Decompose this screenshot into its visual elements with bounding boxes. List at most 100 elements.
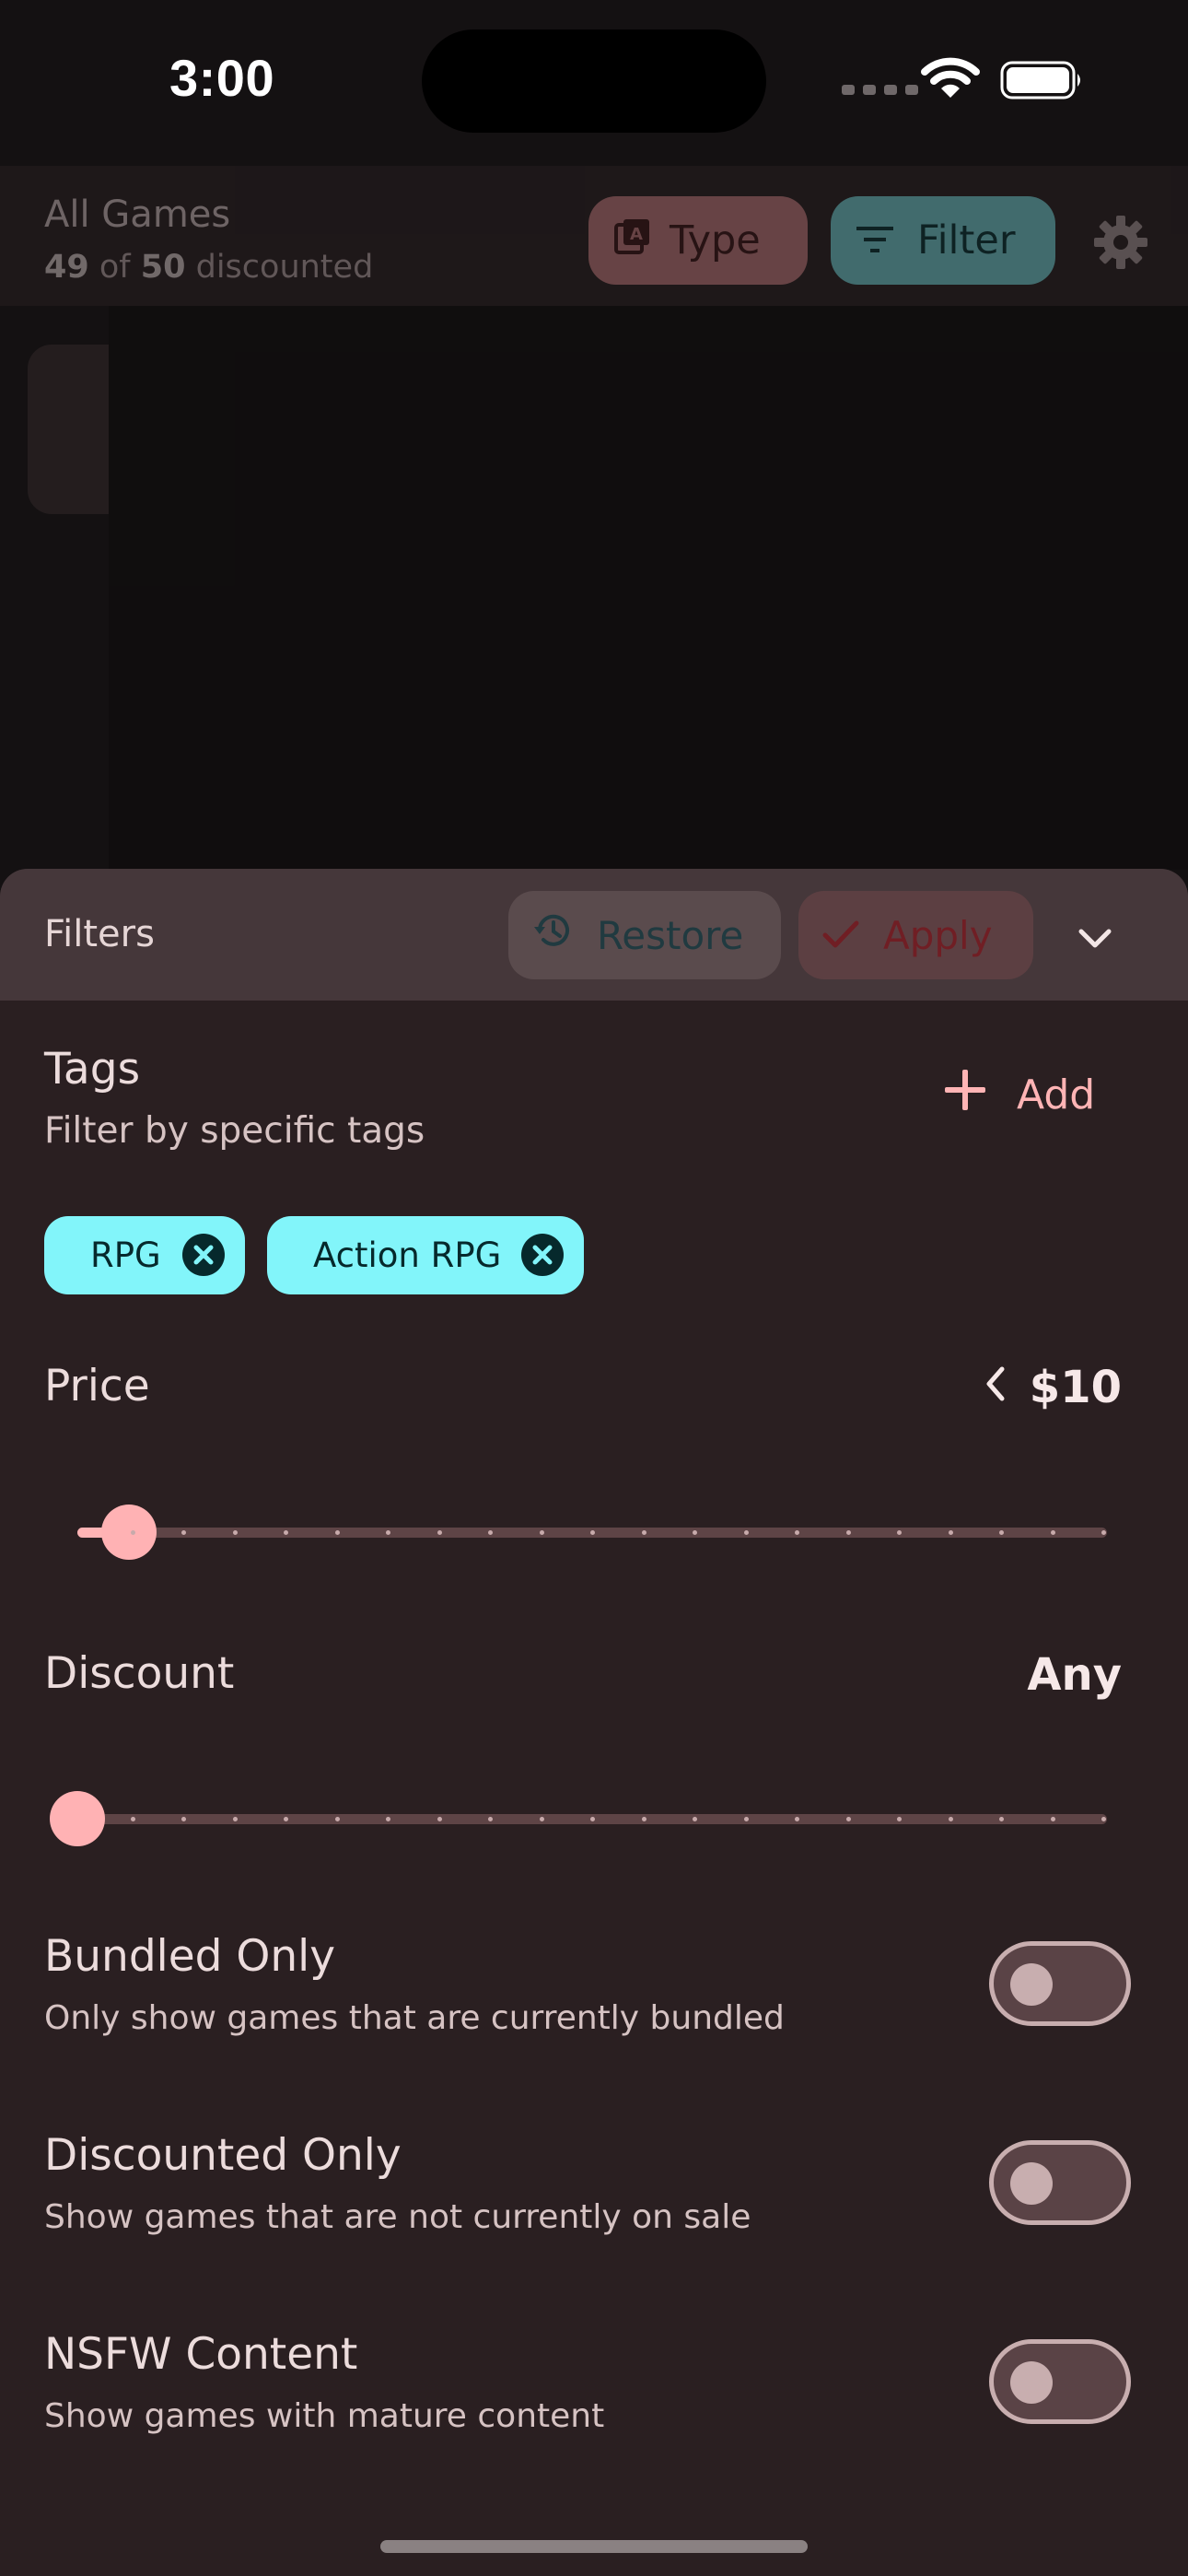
bundled-only-toggle[interactable] bbox=[989, 1941, 1131, 2026]
status-bar: 3:00 bbox=[0, 0, 1188, 166]
bundled-only-subtitle: Only show games that are currently bundl… bbox=[44, 1999, 785, 2037]
remove-tag-icon[interactable] bbox=[521, 1234, 564, 1284]
tags-title: Tags bbox=[44, 1044, 141, 1095]
slider-tick bbox=[743, 1530, 749, 1535]
plus-icon bbox=[945, 1070, 985, 1120]
price-value: $10 bbox=[984, 1362, 1122, 1413]
slider-tick bbox=[641, 1817, 646, 1821]
slider-tick bbox=[488, 1530, 493, 1535]
tags-subtitle: Filter by specific tags bbox=[44, 1110, 425, 1152]
tag-chip-label: RPG bbox=[90, 1235, 161, 1275]
slider-tick bbox=[437, 1817, 442, 1821]
status-time: 3:00 bbox=[169, 49, 275, 107]
app-header: All Games 49 of 50 discounted A Type Fil… bbox=[0, 166, 1188, 306]
slider-tick bbox=[1050, 1530, 1055, 1535]
slider-tick bbox=[386, 1817, 390, 1821]
dynamic-island bbox=[422, 29, 766, 133]
restore-button[interactable]: Restore bbox=[508, 891, 781, 979]
slider-tick bbox=[590, 1817, 595, 1821]
page-title: All Games bbox=[44, 193, 231, 236]
nsfw-content-toggle[interactable] bbox=[989, 2339, 1131, 2424]
discount-title: Discount bbox=[44, 1648, 235, 1699]
slider-tick bbox=[334, 1817, 340, 1821]
slider-tick bbox=[948, 1817, 953, 1821]
add-tag-button[interactable]: Add bbox=[945, 1070, 1095, 1120]
tag-chip-action-rpg[interactable]: Action RPG bbox=[267, 1216, 584, 1294]
slider-tick bbox=[845, 1530, 851, 1535]
chevron-left-icon[interactable] bbox=[984, 1362, 1006, 1413]
font-type-icon: A bbox=[614, 217, 651, 264]
slider-tick bbox=[232, 1817, 238, 1821]
tag-chip-rpg[interactable]: RPG bbox=[44, 1216, 245, 1294]
slider-tick bbox=[539, 1817, 544, 1821]
slider-tick bbox=[795, 1817, 799, 1821]
slider-tick bbox=[999, 1530, 1004, 1535]
slider-tick bbox=[743, 1817, 749, 1821]
slider-tick bbox=[795, 1530, 799, 1535]
filter-button[interactable]: Filter bbox=[831, 196, 1055, 285]
add-tag-label: Add bbox=[1017, 1071, 1096, 1118]
chevron-down-icon[interactable] bbox=[1072, 915, 1118, 961]
slider-tick bbox=[948, 1530, 953, 1535]
slider-tick bbox=[334, 1530, 340, 1535]
wifi-icon bbox=[921, 57, 980, 103]
filter-button-label: Filter bbox=[917, 217, 1016, 263]
discount-count-text: 49 of 50 discounted bbox=[44, 249, 374, 286]
price-title: Price bbox=[44, 1361, 150, 1411]
type-button[interactable]: A Type bbox=[588, 196, 808, 285]
discounted-only-toggle[interactable] bbox=[989, 2140, 1131, 2225]
slider-tick bbox=[845, 1817, 851, 1821]
cellular-signal-icon bbox=[842, 85, 918, 95]
discounted-only-title: Discounted Only bbox=[44, 2130, 402, 2181]
restore-label: Restore bbox=[597, 912, 744, 958]
slider-tick bbox=[693, 1530, 697, 1535]
slider-tick bbox=[130, 1817, 135, 1821]
history-icon bbox=[532, 910, 573, 960]
content-panel bbox=[109, 306, 1188, 870]
slider-tick bbox=[130, 1530, 135, 1535]
discounted-only-subtitle: Show games that are not currently on sal… bbox=[44, 2198, 751, 2236]
price-slider[interactable] bbox=[77, 1499, 1107, 1565]
slider-tick bbox=[386, 1530, 390, 1535]
slider-tick bbox=[897, 1817, 902, 1821]
toggle-knob bbox=[1010, 2162, 1053, 2205]
toggle-knob bbox=[1010, 2361, 1053, 2404]
home-indicator bbox=[380, 2540, 808, 2553]
slider-tick bbox=[488, 1817, 493, 1821]
check-icon bbox=[822, 913, 859, 958]
tag-chip-label: Action RPG bbox=[313, 1235, 502, 1275]
bundled-only-title: Bundled Only bbox=[44, 1931, 336, 1982]
slider-tick bbox=[1101, 1530, 1106, 1535]
slider-thumb[interactable] bbox=[100, 1505, 157, 1560]
slider-thumb[interactable] bbox=[50, 1791, 105, 1846]
gear-icon[interactable] bbox=[1092, 214, 1149, 275]
apply-label: Apply bbox=[883, 912, 993, 958]
discount-slider[interactable] bbox=[50, 1786, 1107, 1852]
slider-tick bbox=[641, 1530, 646, 1535]
slider-tick bbox=[999, 1817, 1004, 1821]
slider-tick bbox=[590, 1530, 595, 1535]
slider-tick bbox=[539, 1530, 544, 1535]
type-button-label: Type bbox=[670, 217, 761, 263]
svg-text:A: A bbox=[630, 225, 643, 244]
sheet-title: Filters bbox=[44, 913, 155, 955]
remove-tag-icon[interactable] bbox=[182, 1234, 225, 1284]
battery-icon bbox=[1000, 61, 1085, 103]
background-screen: All Games 49 of 50 discounted A Type Fil… bbox=[0, 166, 1188, 870]
slider-tick bbox=[181, 1530, 186, 1535]
discount-value: Any bbox=[1027, 1649, 1122, 1701]
nsfw-content-title: NSFW Content bbox=[44, 2329, 358, 2380]
slider-tick bbox=[284, 1530, 288, 1535]
nsfw-content-subtitle: Show games with mature content bbox=[44, 2397, 605, 2435]
toggle-knob bbox=[1010, 1963, 1053, 2006]
slider-tick bbox=[1101, 1817, 1106, 1821]
slider-tick bbox=[1050, 1817, 1055, 1821]
filter-icon bbox=[856, 217, 893, 263]
price-value-text: $10 bbox=[1029, 1362, 1122, 1413]
slider-tick bbox=[284, 1817, 288, 1821]
sheet-header: Filters Restore Apply bbox=[0, 869, 1188, 1001]
apply-button[interactable]: Apply bbox=[798, 891, 1033, 979]
slider-tick bbox=[437, 1530, 442, 1535]
slider-tick bbox=[181, 1817, 186, 1821]
slider-tick bbox=[897, 1530, 902, 1535]
